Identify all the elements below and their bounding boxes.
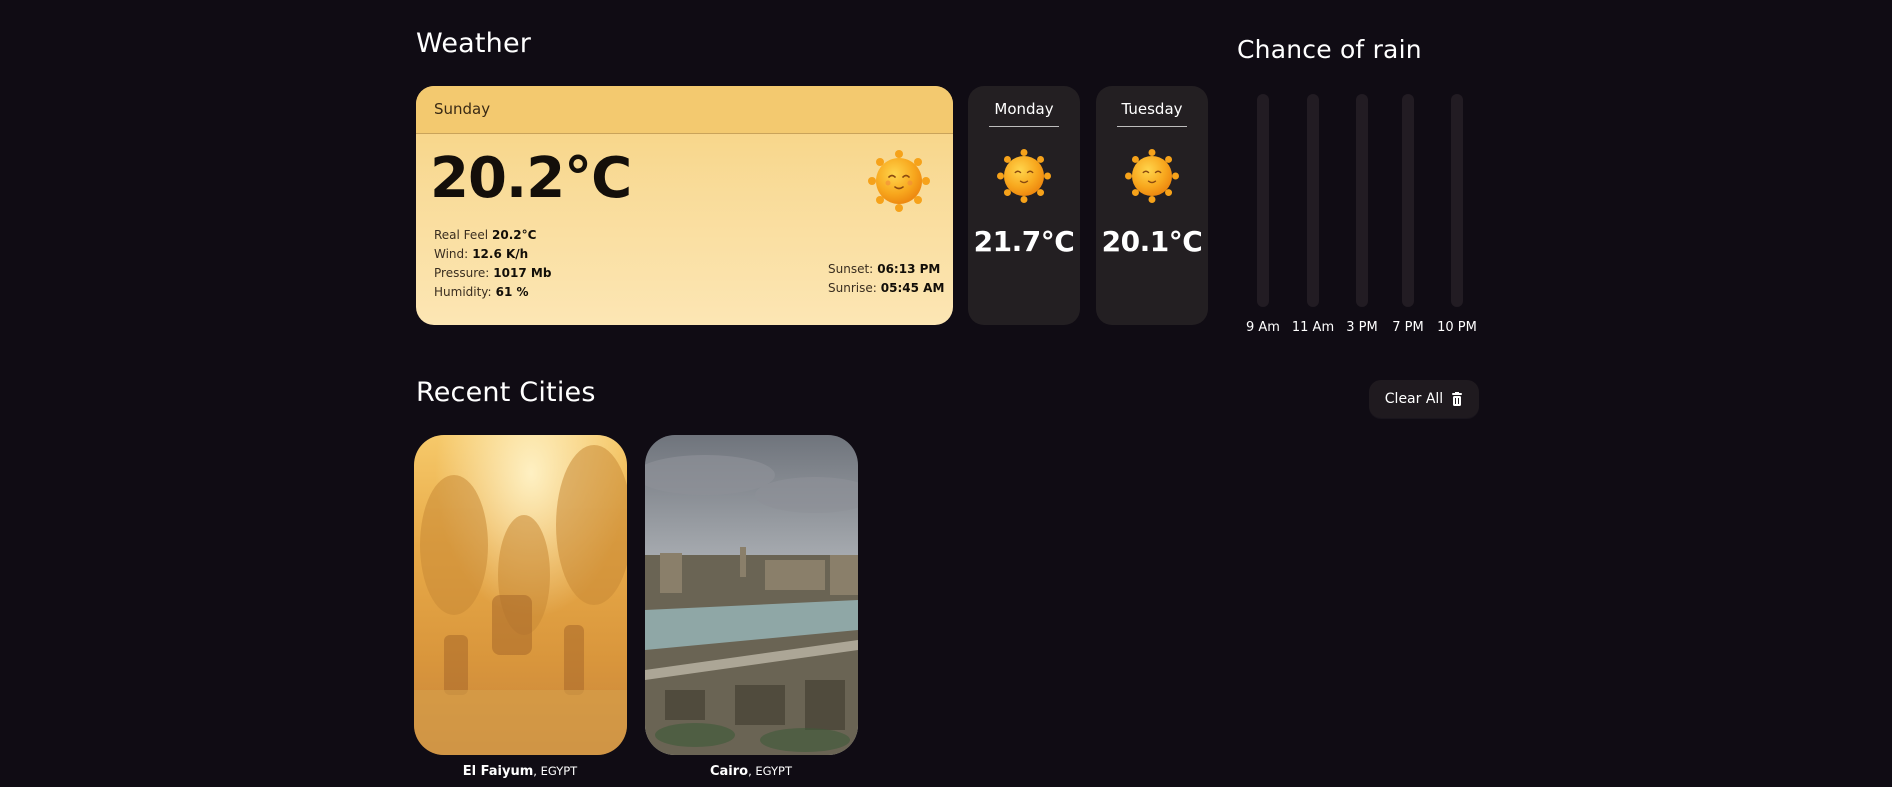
today-temperature: 20.2°C bbox=[430, 146, 632, 211]
city-label-el-faiyum: El Faiyum, EGYPT bbox=[463, 764, 577, 779]
sun-icon bbox=[968, 149, 1080, 207]
city-country: , EGYPT bbox=[533, 764, 578, 778]
city-name: Cairo bbox=[709, 764, 749, 779]
today-details: Real Feel 20.2°C Wind: 12.6 K/h Pressure: 1… bbox=[434, 226, 551, 302]
rain-bar bbox=[1307, 94, 1319, 307]
wind-value: 12.6 K/h bbox=[472, 247, 529, 261]
sun-icon bbox=[1096, 149, 1208, 207]
weather-title: Weather bbox=[416, 28, 532, 59]
today-sun-icon bbox=[868, 150, 930, 216]
city-country: , EGYPT bbox=[748, 764, 793, 778]
weather-app: Weather Sunday 20.2°C Real Feel 20.2°C W… bbox=[0, 0, 1892, 787]
rain-bar bbox=[1356, 94, 1368, 307]
rain-bar bbox=[1402, 94, 1414, 307]
wind-row: Wind: 12.6 K/h bbox=[434, 245, 551, 264]
city-name: El Faiyum bbox=[462, 764, 534, 779]
pressure-value: 1017 Mb bbox=[493, 266, 552, 280]
city-image-el-faiyum bbox=[414, 435, 627, 755]
sunrise-label: Sunrise: bbox=[828, 281, 877, 295]
today-weather-card[interactable]: Sunday 20.2°C Real Feel 20.2°C Wind: 12.… bbox=[416, 86, 953, 325]
sun-times: Sunset: 06:13 PM Sunrise: 05:45 AM bbox=[828, 260, 944, 298]
sunset-value: 06:13 PM bbox=[877, 262, 941, 276]
humidity-value: 61 % bbox=[495, 285, 529, 299]
city-image-cairo bbox=[645, 435, 858, 755]
trash-icon bbox=[1451, 392, 1463, 406]
chance-of-rain-title: Chance of rain bbox=[1237, 35, 1422, 64]
city-label-cairo: Cairo, EGYPT bbox=[710, 764, 792, 779]
rain-time-label: 9 Am bbox=[1246, 320, 1280, 335]
humidity-row: Humidity: 61 % bbox=[434, 283, 551, 302]
wind-label: Wind: bbox=[434, 247, 469, 261]
forecast-card-monday[interactable]: Monday 21.7°C bbox=[968, 86, 1080, 325]
recent-cities-title: Recent Cities bbox=[416, 377, 596, 408]
real-feel-label: Real Feel bbox=[434, 228, 489, 242]
clear-all-label: Clear All bbox=[1384, 391, 1444, 407]
forecast-temperature: 21.7°C bbox=[973, 225, 1075, 258]
real-feel-value: 20.2°C bbox=[492, 228, 537, 242]
rain-bar bbox=[1257, 94, 1269, 307]
sunrise-row: Sunrise: 05:45 AM bbox=[828, 279, 944, 298]
rain-bar bbox=[1451, 94, 1463, 307]
rain-time-label: 3 PM bbox=[1346, 320, 1378, 335]
rain-time-label: 7 PM bbox=[1392, 320, 1424, 335]
today-day-label: Sunday bbox=[416, 86, 953, 134]
real-feel-row: Real Feel 20.2°C bbox=[434, 226, 551, 245]
sunset-label: Sunset: bbox=[828, 262, 874, 276]
forecast-day-label: Monday bbox=[994, 100, 1054, 118]
pressure-label: Pressure: bbox=[434, 266, 490, 280]
city-card-el-faiyum[interactable] bbox=[414, 435, 627, 755]
divider bbox=[1117, 126, 1187, 127]
forecast-day-label: Tuesday bbox=[1121, 100, 1183, 118]
clear-all-button[interactable]: Clear All bbox=[1369, 380, 1479, 418]
sunrise-value: 05:45 AM bbox=[880, 281, 945, 295]
chance-of-rain-chart: 9 Am 11 Am 3 PM 7 PM 10 PM bbox=[1240, 86, 1480, 336]
rain-time-label: 10 PM bbox=[1437, 320, 1477, 335]
forecast-card-tuesday[interactable]: Tuesday 20.1°C bbox=[1096, 86, 1208, 325]
humidity-label: Humidity: bbox=[434, 285, 492, 299]
forecast-temperature: 20.1°C bbox=[1101, 225, 1203, 258]
sunset-row: Sunset: 06:13 PM bbox=[828, 260, 944, 279]
rain-time-label: 11 Am bbox=[1291, 320, 1335, 335]
city-card-cairo[interactable] bbox=[645, 435, 858, 755]
divider bbox=[989, 126, 1059, 127]
pressure-row: Pressure: 1017 Mb bbox=[434, 264, 551, 283]
